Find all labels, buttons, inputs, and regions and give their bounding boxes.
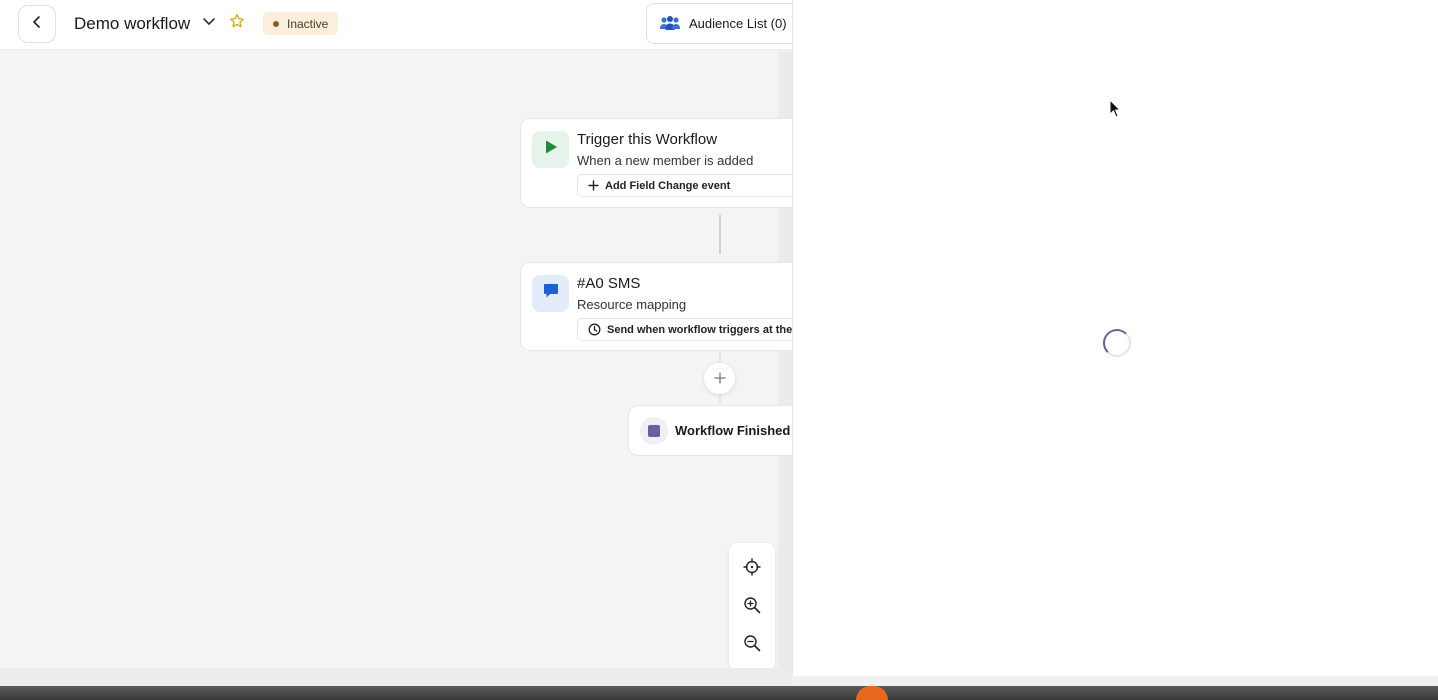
audience-list-drawer — [792, 0, 1438, 676]
add-field-change-event-label: Add Field Change event — [605, 179, 731, 192]
chevron-down-icon — [202, 14, 216, 33]
sms-title: #A0 SMS — [577, 275, 641, 292]
favorite-button[interactable] — [227, 13, 247, 33]
audience-list-label: Audience List (0) — [689, 16, 787, 31]
chevron-left-icon — [30, 15, 44, 34]
stop-icon — [640, 417, 668, 445]
zoom-controls — [729, 543, 775, 671]
sms-subtitle: Resource mapping — [577, 297, 687, 312]
workflow-header: Demo workflow Inactive Audience List (0) — [0, 0, 792, 50]
sms-icon-tile — [532, 275, 569, 312]
recenter-button[interactable] — [741, 557, 763, 581]
loading-spinner-icon — [1103, 329, 1131, 357]
status-badge: Inactive — [263, 12, 339, 35]
chat-bubble-icon — [542, 282, 560, 305]
play-icon — [544, 139, 558, 160]
connector-line — [719, 215, 721, 254]
zoom-out-icon — [743, 634, 761, 657]
people-icon — [659, 15, 681, 33]
status-dot — [273, 20, 279, 27]
status-label: Inactive — [287, 16, 329, 31]
sms-node[interactable]: #A0 SMS Resource mapping Send when workf… — [520, 262, 837, 351]
plus-icon — [713, 368, 726, 389]
workflow-title[interactable]: Demo workflow — [74, 14, 190, 34]
back-button[interactable] — [18, 5, 56, 43]
workflow-finished-label: Workflow Finished — [675, 423, 791, 438]
drawer-bottom-edge — [792, 676, 1438, 686]
plus-icon — [588, 180, 599, 191]
taskbar-strip — [0, 686, 1438, 700]
audience-list-button[interactable]: Audience List (0) — [646, 3, 792, 44]
trigger-icon-tile — [532, 131, 569, 168]
zoom-in-icon — [743, 596, 761, 619]
canvas-bottom-edge — [0, 668, 792, 686]
trigger-subtitle: When a new member is added — [577, 153, 754, 168]
crosshair-icon — [743, 557, 761, 581]
trigger-title: Trigger this Workflow — [577, 131, 718, 148]
title-menu-button[interactable] — [200, 14, 218, 32]
workflow-finished-node[interactable]: Workflow Finished — [628, 405, 818, 456]
trigger-node[interactable]: Trigger this Workflow When a new member … — [520, 118, 837, 208]
add-step-button[interactable] — [704, 363, 735, 394]
clock-icon — [588, 323, 601, 336]
zoom-out-button[interactable] — [741, 634, 763, 656]
star-icon — [229, 13, 245, 34]
mouse-cursor-icon — [1109, 98, 1122, 124]
sms-schedule-label: Send when workflow triggers at the s — [607, 323, 802, 336]
zoom-in-button[interactable] — [741, 596, 763, 618]
